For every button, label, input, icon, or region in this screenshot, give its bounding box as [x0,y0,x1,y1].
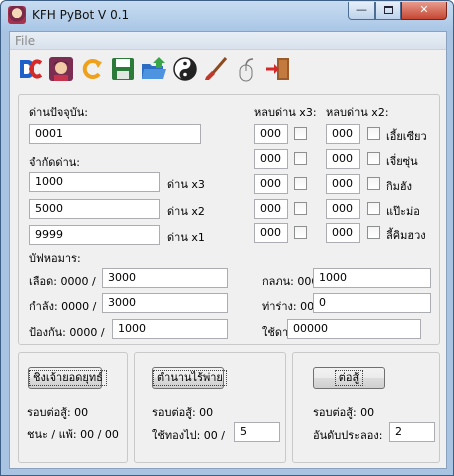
skip-x2-field[interactable]: 000 [326,174,360,194]
refresh-arrow-icon[interactable] [78,55,106,83]
skip-boss-name: ลี้คิมฮวง [386,229,426,242]
skip-x3-checkbox[interactable] [294,202,307,215]
skip-x2-field[interactable]: 000 [326,124,360,144]
skip-x3-label: หลบด่าน x3: [254,106,317,119]
menu-file[interactable]: File [15,34,35,48]
app-icon [8,6,26,24]
invincible-button[interactable]: ตำนานไร้พ่าย [152,367,227,389]
minimize-button[interactable]: — [348,2,375,20]
fight-group: ต่อสู้ รอบต่อสู้: 00 อันดับประลอง: 2 [292,352,440,463]
tournament-group: ชิงเจ้ายอดยุทธ์ รอบต่อสู้: 00 ชนะ / แพ้:… [18,352,128,463]
tournament-record-label: ชนะ / แพ้: 00 / 00 [27,428,119,441]
mouse-icon[interactable] [233,55,261,83]
skip-boss-name: แป๊ะม่อ [386,205,420,218]
defense-field[interactable]: 1000 [112,319,228,339]
dc-logo-icon[interactable] [16,55,44,83]
close-icon: ✕ [419,3,429,16]
limit-x3-field[interactable]: 1000 [29,172,160,192]
current-stage-label: ด่านปัจจุบัน: [29,106,88,119]
skip-x2-label: หลบด่าน x2: [326,106,389,119]
hp-label: เลือด: 0000 / [29,275,96,288]
fight-rank-field[interactable]: 2 [389,422,435,442]
invincible-gold-field[interactable]: 5 [234,422,280,442]
invincible-button-label: ตำนานไร้พ่าย [153,370,227,386]
character-portrait-icon[interactable] [47,55,75,83]
fight-rounds-label: รอบต่อสู้: 00 [313,406,375,419]
limit-x3-label: ด่าน x3 [167,178,205,191]
skip-x3-checkbox[interactable] [294,127,307,140]
skip-x2-checkbox[interactable] [367,127,380,140]
fight-rank-label: อันดับประลอง: [313,429,383,442]
save-disk-icon[interactable] [109,55,137,83]
strength-field[interactable]: 3000 [102,293,228,313]
skip-x3-field[interactable]: 000 [254,124,288,144]
fight-button-label: ต่อสู้ [334,370,364,386]
skip-x3-field[interactable]: 000 [254,199,288,219]
current-stage-field[interactable]: 0001 [29,124,201,144]
yin-yang-icon[interactable] [171,55,199,83]
skip-boss-name: กิมฮัง [386,180,412,193]
brush-icon[interactable] [202,55,230,83]
skip-x3-field[interactable]: 000 [254,174,288,194]
skip-x2-checkbox[interactable] [367,226,380,239]
skip-x2-checkbox[interactable] [367,202,380,215]
agility-field[interactable]: 1000 [313,268,431,288]
exit-door-icon[interactable] [264,55,292,83]
skip-x3-checkbox[interactable] [294,177,307,190]
stance-field[interactable]: 0 [313,293,431,313]
minimize-icon: — [356,3,367,16]
skip-x2-field[interactable]: 000 [326,199,360,219]
open-folder-icon[interactable] [140,55,168,83]
fight-button[interactable]: ต่อสู้ [313,367,385,389]
app-window: KFH PyBot V 0.1 — ✕ File ด่านปัจจุบัน: 0… [0,0,454,476]
hp-field[interactable]: 3000 [102,268,228,288]
skip-boss-name: เอี้ยเซียว [386,130,427,143]
title-bar[interactable]: KFH PyBot V 0.1 — ✕ [1,1,453,31]
stage-limit-label: จำกัดด่าน: [29,156,80,169]
skip-x3-checkbox[interactable] [294,152,307,165]
stats-title: บัฟหอมาร: [29,252,81,265]
strength-label: กำลัง: 0000 / [29,300,97,313]
skip-x2-checkbox[interactable] [367,177,380,190]
maximize-icon [383,6,393,14]
skip-x2-checkbox[interactable] [367,152,380,165]
skip-x3-field[interactable]: 000 [254,149,288,169]
invincible-group: ตำนานไร้พ่าย รอบต่อสู้: 00 ใช้ทองไป: 00 … [134,352,286,463]
skip-x2-field[interactable]: 000 [326,223,360,243]
tournament-button-label: ชิงเจ้ายอดยุทธ์ [29,370,107,386]
limit-x2-label: ด่าน x2 [167,205,205,218]
gold-used-field[interactable]: 00000 [287,319,421,339]
client-area: File ด่านปัจจุบัน: 0001 จำกัดด่าน: 1000 … [9,31,447,469]
settings-group: ด่านปัจจุบัน: 0001 จำกัดด่าน: 1000 ด่าน … [18,94,440,345]
tournament-button[interactable]: ชิงเจ้ายอดยุทธ์ [28,367,107,389]
maximize-button[interactable] [375,2,401,20]
defense-label: ป้องกัน: 0000 / [29,326,105,339]
limit-x1-field[interactable]: 9999 [29,225,160,245]
tournament-rounds-label: รอบต่อสู้: 00 [27,406,89,419]
limit-x2-field[interactable]: 5000 [29,199,160,219]
invincible-gold-label: ใช้ทองไป: 00 / [152,429,225,442]
close-button[interactable]: ✕ [401,2,447,20]
skip-x2-field[interactable]: 000 [326,149,360,169]
window-title: KFH PyBot V 0.1 [32,8,130,22]
skip-x3-checkbox[interactable] [294,226,307,239]
limit-x1-label: ด่าน x1 [167,231,205,244]
invincible-rounds-label: รอบต่อสู้: 00 [152,406,214,419]
skip-boss-name: เจี่ยซุ่น [386,155,418,168]
skip-x3-field[interactable]: 000 [254,223,288,243]
menu-bar: File [10,32,446,50]
toolbar [10,51,446,87]
